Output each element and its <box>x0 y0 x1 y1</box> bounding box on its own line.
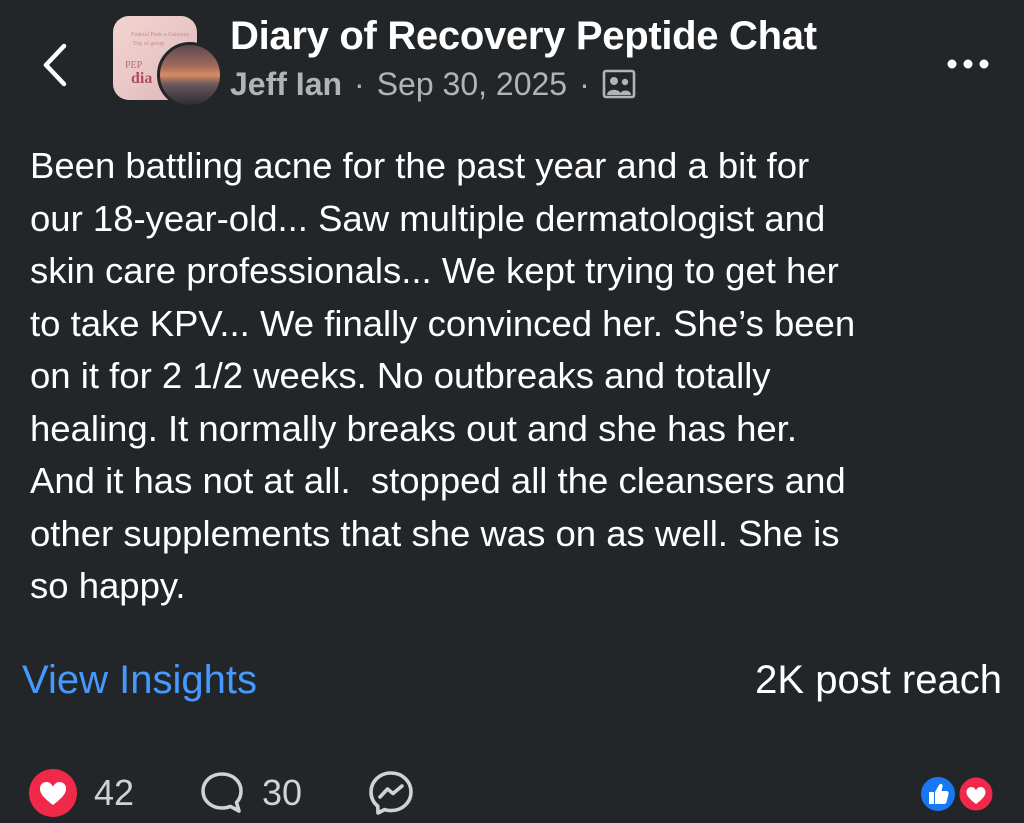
post-text: Been battling acne for the past year and… <box>30 145 856 606</box>
messenger-icon <box>369 771 413 815</box>
group-thumb-text: dia <box>131 70 153 87</box>
author-avatar[interactable] <box>157 42 223 108</box>
group-thumb-text: Federal Parts a Gateway <box>131 32 190 38</box>
back-button[interactable] <box>36 40 76 90</box>
group-avatar[interactable]: Federal Parts a Gateway Top of group PEP… <box>113 16 223 108</box>
comment-count: 30 <box>262 772 303 813</box>
author-name[interactable]: Jeff Ian <box>230 66 342 103</box>
action-bar: 42 30 <box>0 765 1024 823</box>
more-options-icon <box>947 59 989 69</box>
group-members-icon <box>602 69 636 99</box>
meta-separator: · <box>354 65 365 102</box>
share-messenger-button[interactable] <box>366 765 416 821</box>
love-reaction-icon <box>956 774 996 814</box>
post-date[interactable]: Sep 30, 2025 <box>377 66 567 103</box>
like-count: 42 <box>94 772 135 813</box>
like-button[interactable]: 42 <box>28 765 134 821</box>
group-thumb-text: Top of group <box>133 41 165 47</box>
chevron-left-icon <box>43 43 67 87</box>
heart-icon <box>29 769 77 817</box>
post-reach: 2K post reach <box>755 658 1002 702</box>
post-meta: Jeff Ian · Sep 30, 2025 · <box>230 64 636 104</box>
like-reaction-icon <box>919 775 957 813</box>
reaction-summary[interactable] <box>918 774 998 814</box>
group-title[interactable]: Diary of Recovery Peptide Chat <box>230 14 817 59</box>
post-header: Federal Parts a Gateway Top of group PEP… <box>0 0 1024 120</box>
meta-separator: · <box>579 65 590 102</box>
more-options-button[interactable] <box>944 52 992 76</box>
comment-button[interactable]: 30 <box>198 765 302 821</box>
view-insights-link[interactable]: View Insights <box>22 658 257 703</box>
comment-icon <box>201 772 243 813</box>
